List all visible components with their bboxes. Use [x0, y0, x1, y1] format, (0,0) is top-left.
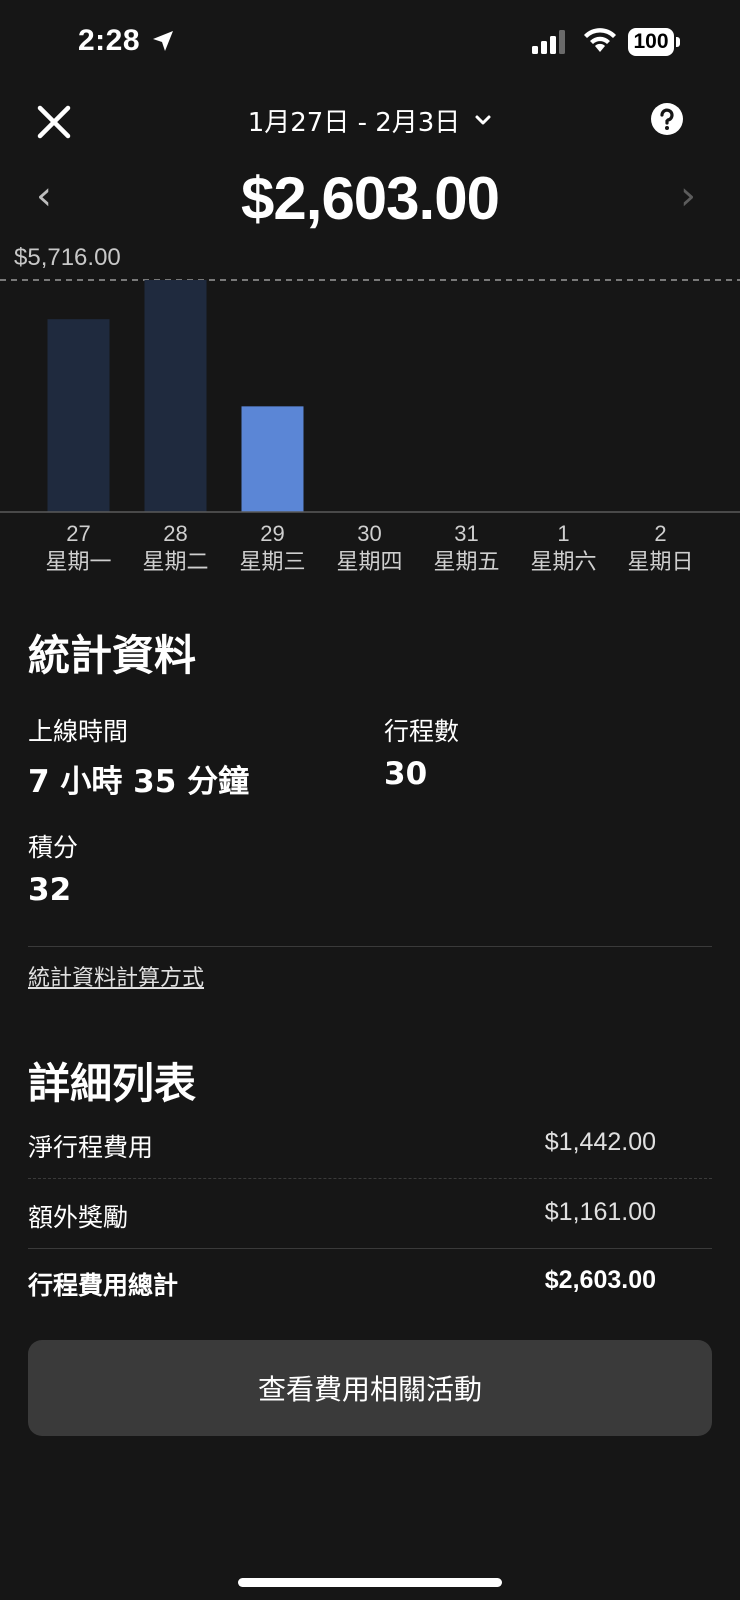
- location-arrow-icon: [153, 31, 173, 51]
- net-fare-value: $1,442.00: [544, 1128, 656, 1156]
- divider: [28, 946, 712, 947]
- view-earnings-activity-button[interactable]: 查看費用相關活動: [28, 1340, 712, 1436]
- day-weekday: 星期二: [142, 550, 209, 575]
- day-weekday: 星期一: [45, 550, 112, 575]
- day-label-4[interactable]: 31 星期五: [419, 520, 515, 578]
- day-number: 28: [163, 521, 188, 546]
- trips-value: 30: [384, 756, 428, 792]
- points-value: 32: [28, 872, 72, 908]
- help-icon[interactable]: [650, 102, 684, 136]
- chevron-right-icon[interactable]: ›: [680, 176, 704, 216]
- status-time: 2:28: [78, 24, 141, 57]
- chart-bar-2[interactable]: [241, 406, 304, 512]
- day-number: 30: [357, 521, 382, 546]
- signal-icon: [532, 30, 565, 54]
- divider: [28, 1248, 712, 1249]
- day-number: 1: [557, 521, 570, 546]
- chevron-left-icon[interactable]: ‹: [36, 176, 60, 216]
- close-icon[interactable]: [36, 104, 72, 140]
- day-label-0[interactable]: 27 星期一: [31, 520, 127, 578]
- day-weekday: 星期六: [530, 550, 597, 575]
- battery-indicator: 100: [628, 28, 674, 56]
- date-range-label: 1月27日 - 2月3日: [247, 107, 461, 138]
- bonus-label: 額外獎勵: [28, 1203, 129, 1232]
- day-weekday: 星期五: [433, 550, 500, 575]
- bonus-value: $1,161.00: [544, 1198, 656, 1226]
- day-label-3[interactable]: 30 星期四: [322, 520, 418, 578]
- online-time-label: 上線時間: [28, 717, 129, 746]
- day-number: 27: [66, 521, 91, 546]
- wifi-icon: [584, 28, 616, 52]
- day-weekday: 星期日: [627, 550, 694, 575]
- stats-title: 統計資料: [28, 631, 197, 680]
- points-label: 積分: [28, 833, 79, 862]
- day-number: 31: [454, 521, 479, 546]
- day-label-2[interactable]: 29 星期三: [225, 520, 321, 578]
- day-label-1[interactable]: 28 星期二: [128, 520, 224, 578]
- chevron-down-icon: [475, 115, 491, 125]
- earnings-bar-chart: [0, 279, 740, 513]
- day-number: 29: [260, 521, 285, 546]
- day-number: 2: [654, 521, 667, 546]
- stats-calculation-link[interactable]: 統計資料計算方式: [28, 960, 204, 992]
- total-fare-label: 行程費用總計: [28, 1271, 179, 1300]
- dashed-divider: [28, 1178, 712, 1179]
- breakdown-title: 詳細列表: [28, 1059, 197, 1108]
- date-range-picker[interactable]: 1月27日 - 2月3日: [200, 100, 540, 140]
- battery-nub: [676, 37, 680, 47]
- home-indicator: [238, 1578, 502, 1587]
- day-label-5[interactable]: 1 星期六: [516, 520, 612, 578]
- chart-bar-0[interactable]: [47, 319, 110, 512]
- chart-bar-1[interactable]: [144, 280, 207, 512]
- period-total: $2,603.00: [241, 165, 500, 232]
- day-weekday: 星期三: [239, 550, 306, 575]
- net-fare-label: 淨行程費用: [28, 1133, 154, 1162]
- day-weekday: 星期四: [336, 550, 403, 575]
- trips-label: 行程數: [384, 717, 460, 746]
- day-label-6[interactable]: 2 星期日: [613, 520, 709, 578]
- online-time-value: 7 小時 35 分鐘: [28, 764, 250, 800]
- total-fare-value: $2,603.00: [544, 1266, 656, 1294]
